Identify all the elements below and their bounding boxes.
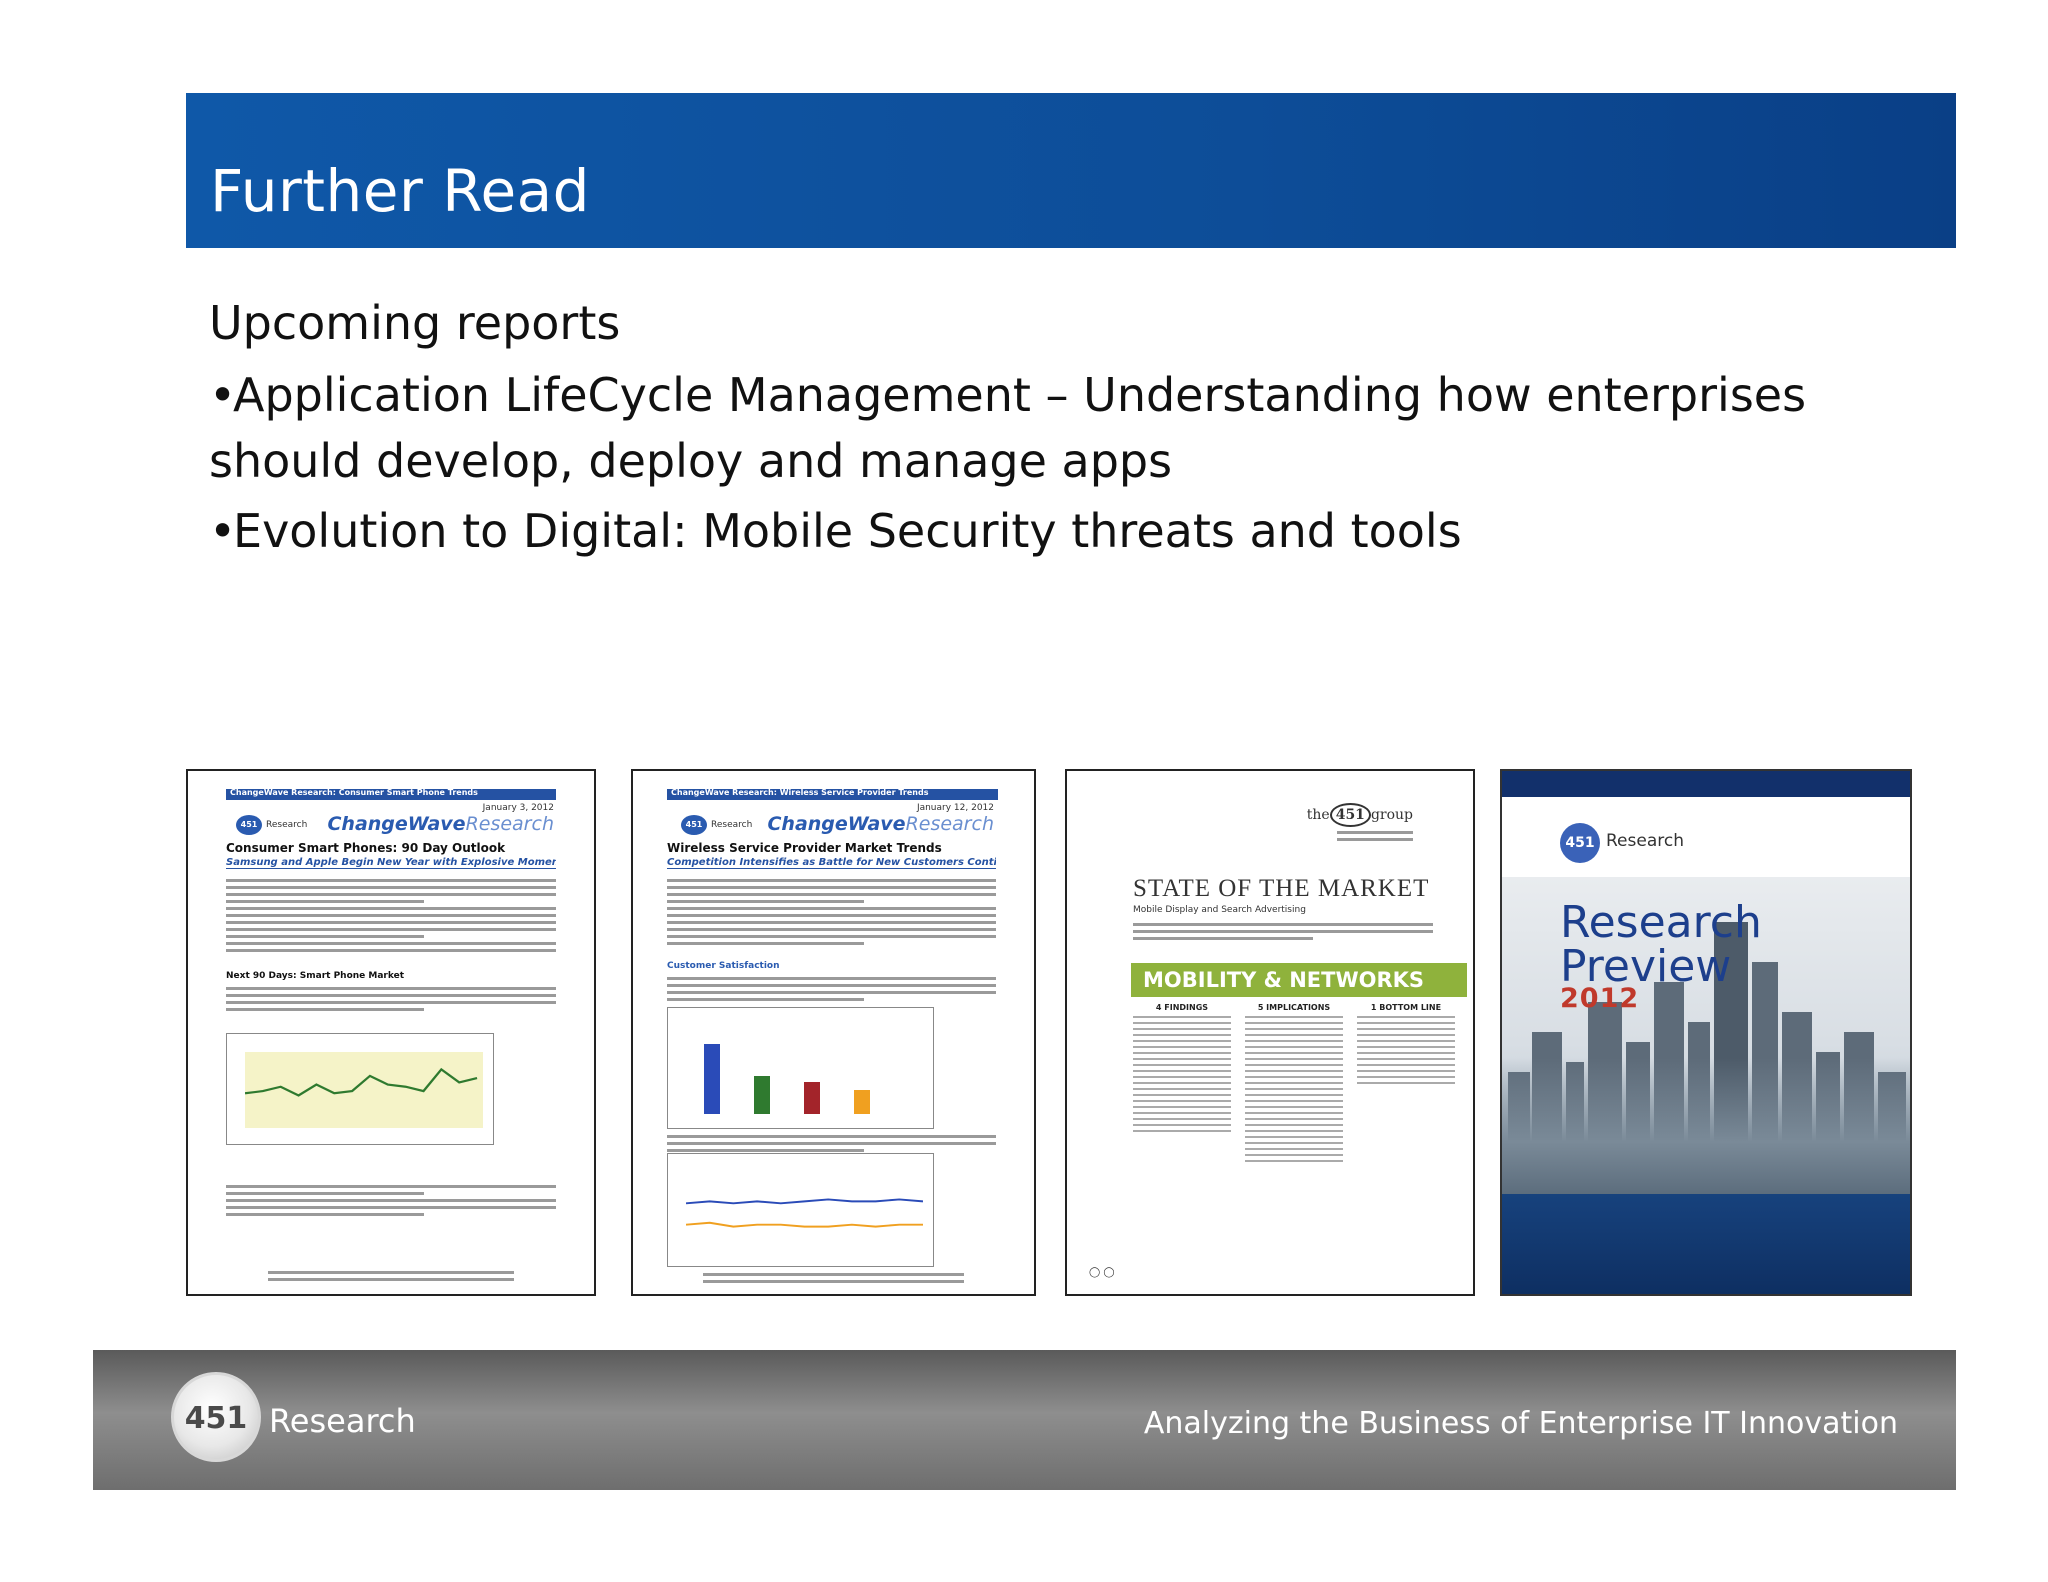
451-logo-icon: 451 [171, 1372, 261, 1462]
report-intro-lines [1133, 923, 1433, 944]
logo-suffix: group [1370, 807, 1413, 823]
report-subtitle: Competition Intensifies as Battle for Ne… [667, 857, 996, 869]
report-section-heading: Customer Satisfaction [667, 961, 780, 971]
slide: Further Read Upcoming reports •Applicati… [0, 0, 2048, 1582]
cover-title: Research Preview [1560, 901, 1762, 989]
report-subtitle: Samsung and Apple Begin New Year with Ex… [226, 857, 556, 869]
slide-footer: 451 Research Analyzing the Business of E… [93, 1350, 1956, 1490]
451-logo-icon: 451 [1560, 823, 1600, 863]
bullet-text: Application LifeCycle Management – Under… [209, 368, 1807, 488]
bullet-item: •Evolution to Digital: Mobile Security t… [209, 498, 1949, 564]
report-title: Wireless Service Provider Market Trends [667, 841, 942, 855]
report-title: STATE OF THE MARKET [1133, 875, 1430, 902]
changewave-logo: ChangeWaveResearch [327, 813, 554, 835]
451-logo-icon: 451 [681, 815, 707, 835]
category-band: MOBILITY & NETWORKS [1131, 963, 1467, 997]
chart-bar [754, 1076, 770, 1114]
report-section-heading: Next 90 Days: Smart Phone Market [226, 971, 405, 981]
451-ring-icon: 451 [1329, 803, 1371, 827]
report-subtitle: Mobile Display and Search Advertising [1133, 905, 1306, 915]
report-line-chart [667, 1153, 934, 1267]
report-date: January 3, 2012 [482, 803, 554, 813]
451-logo-icon: 451 [236, 815, 262, 835]
implications-column: 5 IMPLICATIONS [1245, 1003, 1343, 1166]
changewave-logo-text: ChangeWave [327, 813, 466, 835]
cover-bottom-band [1502, 1194, 1910, 1294]
changewave-logo-text: ChangeWave [767, 813, 906, 835]
chart-plot-area [244, 1052, 483, 1128]
bullet-dot-icon: • [209, 504, 237, 558]
chart-bar [704, 1044, 720, 1114]
451-logo-text: Research [711, 820, 753, 830]
findings-column: 4 FINDINGS [1133, 1003, 1231, 1166]
bullet-item: •Application LifeCycle Management – Unde… [209, 362, 1949, 494]
report-band: ChangeWave Research: Wireless Service Pr… [667, 788, 998, 800]
report-thumbnail-research-preview: 451 Research Research Preview 2012 [1500, 769, 1912, 1296]
cover-bridge [1502, 1058, 1910, 1198]
451-logo-number: 451 [184, 1401, 248, 1436]
column-heading: 1 BOTTOM LINE [1370, 1003, 1442, 1012]
bottom-line-column: 1 BOTTOM LINE [1357, 1003, 1455, 1166]
report-footer-lines [703, 1273, 964, 1287]
logo-tagline-lines [1337, 831, 1413, 845]
bullet-text: Evolution to Digital: Mobile Security th… [233, 504, 1462, 558]
chart-line [685, 1198, 924, 1228]
report-text-block [667, 977, 996, 1005]
report-text-block [226, 879, 556, 956]
changewave-logo-light: Research [465, 813, 554, 835]
findings-columns: 4 FINDINGS 5 IMPLICATIONS 1 BOTTOM LINE [1133, 1003, 1455, 1166]
report-thumbnail-wireless-service: ChangeWave Research: Wireless Service Pr… [631, 769, 1036, 1296]
changewave-logo: ChangeWaveResearch [767, 813, 994, 835]
report-band: ChangeWave Research: Consumer Smart Phon… [226, 788, 556, 800]
451-group-logo: the 451 group [1307, 803, 1413, 827]
chart-line [244, 1067, 478, 1097]
cover-top-band [1502, 771, 1910, 797]
report-band-text: ChangeWave Research: Wireless Service Pr… [671, 788, 929, 797]
column-heading: 4 FINDINGS [1155, 1003, 1209, 1012]
bullet-dot-icon: • [209, 368, 237, 422]
footer-logos: ◯ ◯ [1089, 1267, 1115, 1278]
footer-brand: Research [269, 1402, 416, 1440]
slide-body: Upcoming reports •Application LifeCycle … [209, 288, 1949, 564]
chart-bar [854, 1090, 870, 1114]
report-band-text: ChangeWave Research: Consumer Smart Phon… [230, 788, 478, 797]
report-text-block [226, 1185, 556, 1220]
report-footer-lines [268, 1271, 514, 1285]
slide-title: Further Read [210, 157, 590, 225]
changewave-logo-light: Research [905, 813, 994, 835]
451-logo-text: Research [1606, 831, 1684, 851]
chart-bar [804, 1082, 820, 1114]
cover-year: 2012 [1560, 983, 1640, 1014]
cover-title-line: Research [1560, 897, 1762, 948]
section-heading: Upcoming reports [209, 296, 621, 350]
report-thumbnail-state-of-the-market: the 451 group STATE OF THE MARKET Mobile D… [1065, 769, 1475, 1296]
logo-prefix: the [1306, 807, 1330, 823]
chart-plot-area [685, 1180, 924, 1248]
report-line-chart [226, 1033, 494, 1145]
footer-tagline: Analyzing the Business of Enterprise IT … [1143, 1406, 1898, 1441]
title-bar: Further Read [186, 93, 1956, 248]
report-text-block [226, 987, 556, 1015]
column-heading: 5 IMPLICATIONS [1257, 1003, 1331, 1012]
451-logo-text: Research [266, 820, 308, 830]
report-title: Consumer Smart Phones: 90 Day Outlook [226, 841, 506, 855]
report-text-block [667, 879, 996, 949]
report-bar-chart [667, 1007, 934, 1129]
category-band-text: MOBILITY & NETWORKS [1143, 968, 1425, 992]
report-thumbnail-consumer-smart-phones: ChangeWave Research: Consumer Smart Phon… [186, 769, 596, 1296]
chart-plot-area [686, 1038, 923, 1114]
report-date: January 12, 2012 [916, 803, 994, 813]
